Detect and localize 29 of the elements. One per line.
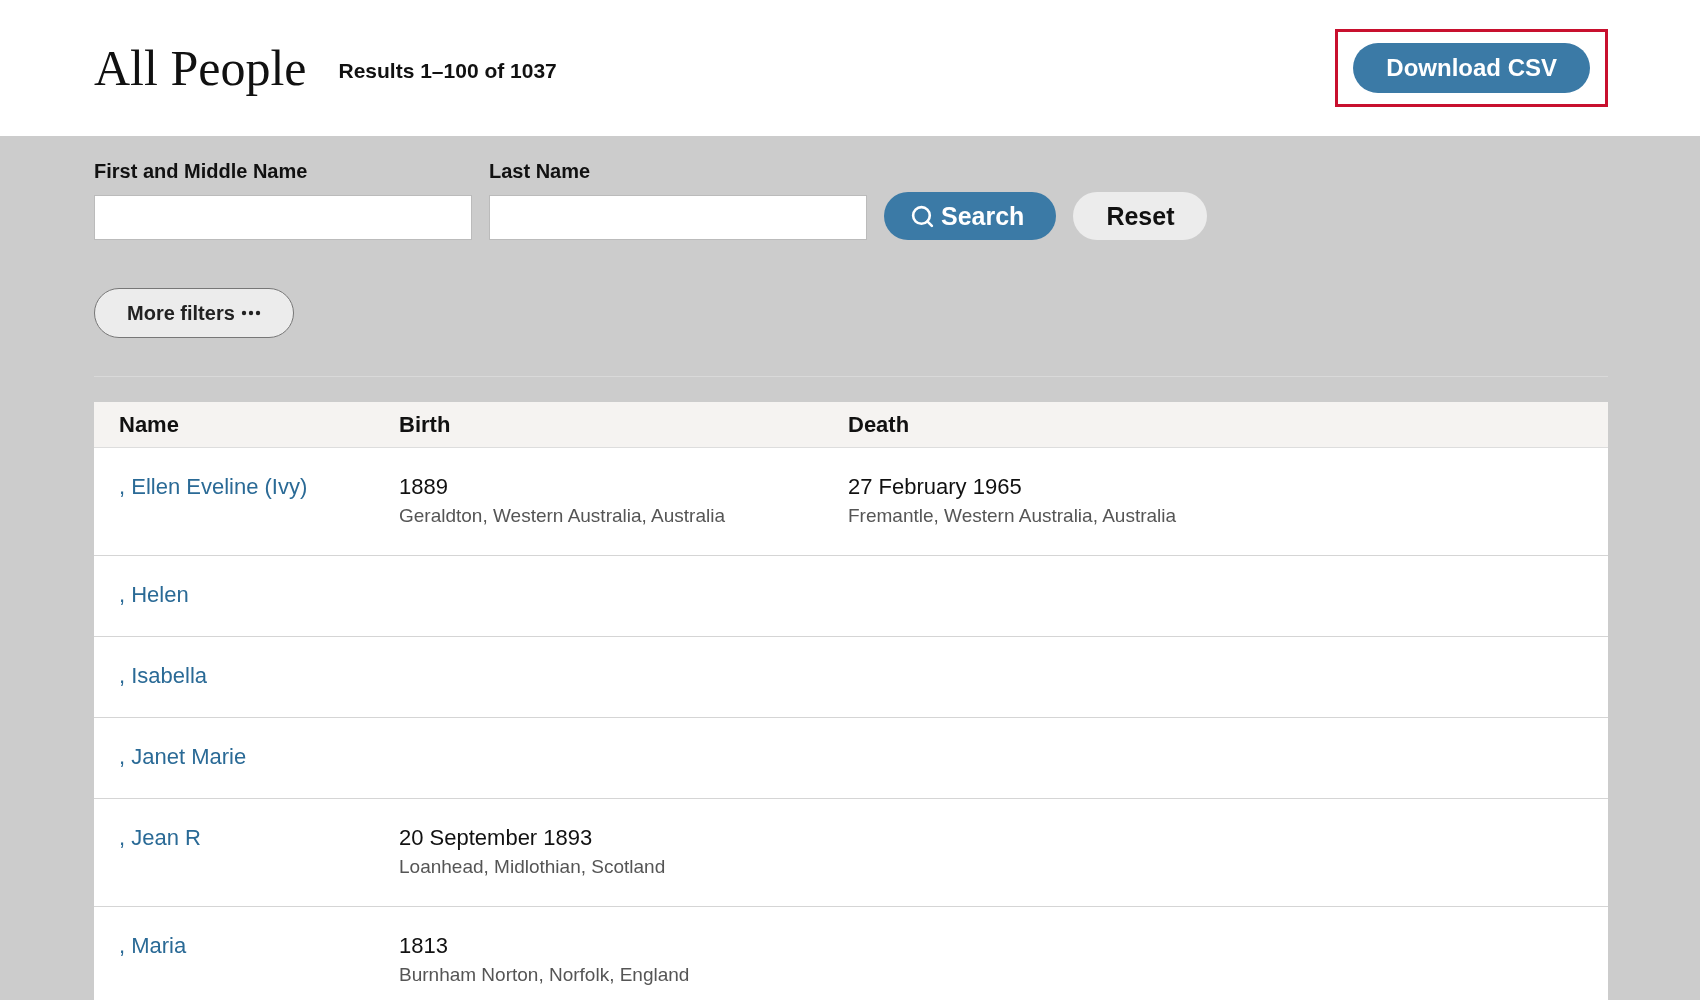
date-text: 20 September 1893 — [399, 825, 594, 851]
place-text: Fremantle, Western Australia, Australia — [848, 505, 1178, 527]
input-field[interactable] — [489, 195, 867, 240]
person-link[interactable]: , Ellen Eveline (Ivy) — [119, 474, 308, 500]
person-link[interactable]: , Helen — [119, 582, 189, 608]
date-text: 27 February 1965 — [848, 474, 1023, 500]
place-text: Geraldton, Western Australia, Australia — [399, 505, 726, 527]
results-count: Results 1–100 of 1037 — [338, 59, 557, 83]
person-link[interactable]: , Jean R — [119, 825, 201, 851]
column-header: Birth — [399, 411, 452, 438]
person-link[interactable]: , Maria — [119, 933, 187, 959]
person-link[interactable]: , Isabella — [119, 663, 208, 689]
page-title: All People — [94, 39, 307, 97]
reset-button[interactable]: Reset — [1073, 192, 1208, 240]
date-text: 1813 — [399, 933, 449, 959]
ellipsis-icon — [240, 310, 261, 316]
person-link[interactable]: , Janet Marie — [119, 744, 247, 770]
more-filters-button[interactable]: More filters — [94, 288, 294, 338]
field-label: Last Name — [489, 160, 592, 183]
column-header: Name — [119, 411, 180, 438]
input-field[interactable] — [94, 195, 472, 240]
place-text: Loanhead, Midlothian, Scotland — [399, 856, 667, 878]
search-button[interactable]: Search — [884, 192, 1057, 240]
place-text: Burnham Norton, Norfolk, England — [399, 964, 691, 986]
search-icon — [910, 203, 935, 229]
download-csv-button[interactable]: Download CSV — [1353, 43, 1590, 93]
date-text: 1889 — [399, 474, 449, 500]
column-header: Death — [848, 411, 911, 438]
field-label: First and Middle Name — [94, 160, 309, 183]
